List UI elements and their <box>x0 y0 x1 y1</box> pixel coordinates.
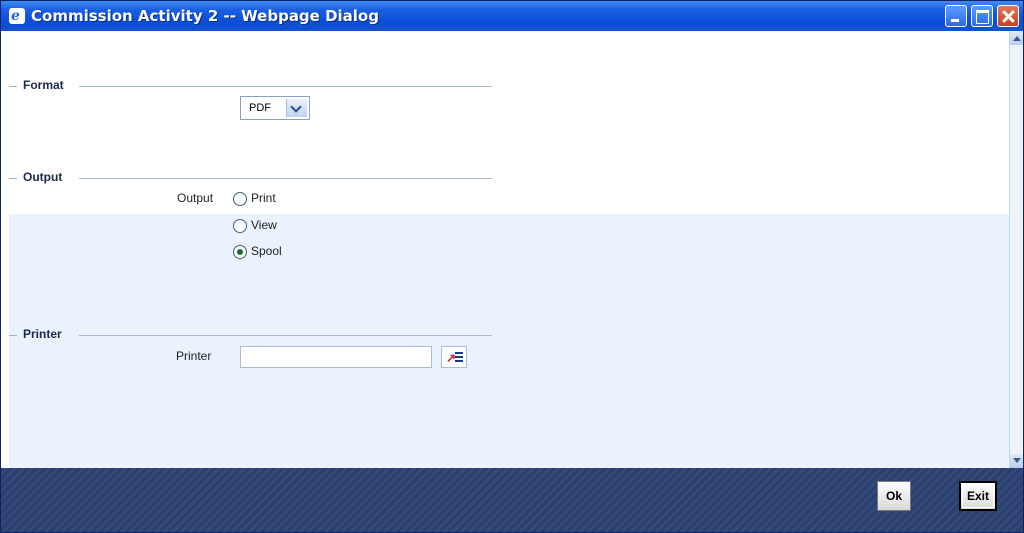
window-title: Commission Activity 2 -- Webpage Dialog <box>31 7 379 25</box>
vertical-scrollbar[interactable] <box>1009 31 1023 468</box>
legend-dash <box>9 335 17 336</box>
legend-line <box>79 178 492 179</box>
output-radio-view[interactable] <box>233 219 247 233</box>
list-icon <box>455 352 463 364</box>
maximize-button[interactable] <box>971 5 993 27</box>
format-select[interactable]: PDF <box>240 96 310 120</box>
printer-legend: Printer <box>23 327 62 341</box>
close-button[interactable] <box>997 5 1019 27</box>
dialog-footer: Ok Exit <box>1 468 1023 532</box>
exit-button[interactable]: Exit <box>959 481 997 511</box>
legend-line <box>79 86 492 87</box>
legend-dash <box>9 86 17 87</box>
dialog-window: e Commission Activity 2 -- Webpage Dialo… <box>0 0 1024 533</box>
output-radio-print[interactable] <box>233 192 247 206</box>
output-legend: Output <box>23 170 63 184</box>
scroll-up-icon[interactable] <box>1010 31 1023 45</box>
ok-button[interactable]: Ok <box>877 481 911 511</box>
printer-lookup-button[interactable]: ↗ <box>441 346 467 368</box>
output-radio-spool[interactable] <box>233 245 247 259</box>
minimize-button[interactable] <box>945 5 967 27</box>
legend-line <box>79 335 492 336</box>
format-select-value: PDF <box>249 102 271 114</box>
format-section-header: Format <box>9 78 499 94</box>
output-section-header: Output <box>9 170 499 186</box>
scroll-down-icon[interactable] <box>1010 454 1023 468</box>
chevron-down-icon[interactable] <box>286 99 307 117</box>
printer-section-header: Printer <box>9 327 499 343</box>
printer-field-label: Printer <box>176 349 212 363</box>
title-bar[interactable]: e Commission Activity 2 -- Webpage Dialo… <box>1 1 1023 31</box>
output-radio-print-label[interactable]: Print <box>251 191 276 205</box>
output-radio-spool-label[interactable]: Spool <box>251 244 282 258</box>
printer-input[interactable] <box>240 346 432 368</box>
format-legend: Format <box>23 78 64 92</box>
output-radio-view-label[interactable]: View <box>251 218 277 232</box>
dialog-content: Format PDF Output Output Print View Spoo… <box>9 31 1009 468</box>
output-field-label: Output <box>177 191 214 205</box>
legend-dash <box>9 178 17 179</box>
ie-icon: e <box>9 8 25 24</box>
